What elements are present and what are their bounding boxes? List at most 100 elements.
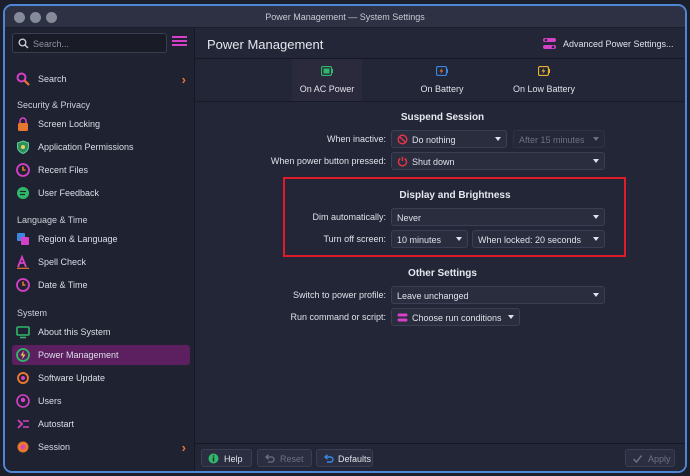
power-bolt-icon: [16, 348, 30, 362]
chevron-down-icon: [593, 159, 599, 163]
dropdown-value: After 15 minutes: [519, 135, 585, 145]
tab-on-low-battery[interactable]: On Low Battery: [509, 59, 579, 101]
dropdown-value: Leave unchanged: [397, 291, 469, 301]
apply-button[interactable]: Apply: [625, 449, 675, 467]
settings-sliders-icon: [543, 38, 556, 49]
clock-icon: [16, 163, 30, 177]
run-conditions-dropdown[interactable]: Choose run conditions: [391, 308, 520, 326]
apply-label: Apply: [648, 454, 671, 464]
search-placeholder: Search...: [33, 39, 70, 49]
chevron-down-icon: [593, 215, 599, 219]
dropdown-value: Choose run conditions: [412, 313, 502, 323]
sidebar-item-label: Date & Time: [38, 280, 88, 290]
tab-on-battery[interactable]: On Battery: [407, 59, 477, 101]
sidebar-item-date-time[interactable]: Date & Time: [12, 275, 190, 295]
update-icon: [17, 372, 29, 384]
reset-label: Reset: [280, 454, 304, 464]
search-input[interactable]: Search...: [12, 33, 167, 53]
power-profile-dropdown[interactable]: Leave unchanged: [391, 286, 605, 304]
main-header: Power Management Advanced Power Settings…: [195, 28, 685, 59]
advanced-power-settings-label: Advanced Power Settings...: [563, 39, 674, 49]
power-button-label: When power button pressed:: [270, 156, 386, 166]
power-icon: [397, 156, 408, 167]
reset-button[interactable]: Reset: [257, 449, 312, 467]
dim-automatically-dropdown[interactable]: Never: [391, 208, 605, 226]
checkmark-icon: [632, 455, 643, 464]
title-bar: Power Management — System Settings: [5, 6, 685, 28]
hamburger-menu-icon[interactable]: [172, 36, 187, 50]
help-icon: [208, 453, 219, 464]
chevron-right-icon: ›: [181, 72, 186, 87]
when-inactive-label: When inactive:: [326, 134, 386, 144]
help-button[interactable]: Help: [201, 449, 252, 467]
dropdown-value: Never: [397, 213, 422, 223]
undo-icon: [265, 454, 275, 463]
chat-bubble-icon: [17, 187, 29, 199]
clock-icon: [16, 278, 30, 292]
advanced-power-settings-button[interactable]: Advanced Power Settings...: [537, 34, 675, 54]
sidebar-item-label: Recent Files: [38, 165, 89, 175]
dropdown-value: 10 minutes: [397, 235, 442, 245]
power-source-tabs: On AC Power On Battery On Low Battery: [195, 59, 685, 102]
when-locked-dropdown[interactable]: When locked: 20 seconds: [472, 230, 605, 248]
section-header-security: Security & Privacy: [17, 100, 91, 110]
sidebar-item-label: Power Management: [38, 350, 119, 360]
language-icon: [17, 233, 29, 245]
sidebar-item-label: Application Permissions: [38, 142, 134, 152]
window-title: Power Management — System Settings: [265, 12, 425, 22]
sidebar-item-region-language[interactable]: Region & Language: [12, 229, 190, 249]
computer-icon: [16, 326, 30, 339]
low-battery-icon: [538, 66, 550, 76]
page-title: Power Management: [207, 37, 324, 52]
turn-off-screen-dropdown[interactable]: 10 minutes: [391, 230, 468, 248]
chevron-down-icon: [593, 137, 599, 141]
chevron-down-icon: [495, 137, 501, 141]
dropdown-value: When locked: 20 seconds: [478, 235, 582, 245]
display-brightness-title: Display and Brightness: [399, 190, 511, 201]
sidebar-item-label: Autostart: [38, 419, 75, 429]
sidebar-item-screen-locking[interactable]: Screen Locking: [12, 114, 190, 134]
defaults-label: Defaults: [338, 454, 372, 464]
forbidden-icon: [397, 134, 408, 145]
turn-off-screen-label: Turn off screen:: [323, 234, 386, 244]
dropdown-value: Do nothing: [412, 135, 456, 145]
sidebar-item-search[interactable]: Search ›: [12, 69, 190, 89]
sidebar-item-label: Session: [38, 442, 71, 452]
sidebar: Search... Search › Security & Privacy Sc…: [5, 28, 195, 471]
sidebar-item-power-management[interactable]: Power Management: [12, 345, 190, 365]
sidebar-item-label: Screen Locking: [38, 119, 101, 129]
sidebar-item-label: About this System: [38, 327, 111, 337]
sidebar-item-users[interactable]: Users: [12, 391, 190, 411]
sidebar-item-software-update[interactable]: Software Update: [12, 368, 190, 388]
tab-label: On AC Power: [299, 84, 355, 94]
search-icon: [18, 38, 29, 49]
power-button-dropdown[interactable]: Shut down: [391, 152, 605, 170]
sidebar-item-session[interactable]: Session ›: [12, 437, 190, 457]
ac-power-icon: [321, 66, 333, 76]
sidebar-item-about-system[interactable]: About this System: [12, 322, 190, 342]
user-icon: [16, 394, 30, 408]
suspend-session-title: Suspend Session: [400, 112, 485, 123]
chevron-down-icon: [593, 293, 599, 297]
restore-defaults-icon: [323, 454, 334, 463]
sidebar-item-autostart[interactable]: Autostart: [12, 414, 190, 434]
run-command-label: Run command or script:: [290, 312, 386, 322]
sidebar-item-user-feedback[interactable]: User Feedback: [12, 183, 190, 203]
sidebar-item-spell-check[interactable]: Spell Check: [12, 252, 190, 272]
sidebar-item-label: Spell Check: [38, 257, 87, 267]
inactive-after-dropdown[interactable]: After 15 minutes: [513, 130, 605, 148]
spell-check-icon: [17, 255, 29, 269]
autostart-icon: [17, 419, 29, 429]
sidebar-item-application-permissions[interactable]: Application Permissions: [12, 137, 190, 157]
defaults-button[interactable]: Defaults: [316, 449, 373, 467]
tab-on-ac-power[interactable]: On AC Power: [292, 59, 362, 101]
settings-sliders-icon: [397, 313, 408, 322]
other-settings-title: Other Settings: [408, 268, 477, 279]
when-inactive-dropdown[interactable]: Do nothing: [391, 130, 507, 148]
chevron-right-icon: ›: [181, 440, 186, 455]
sidebar-item-recent-files[interactable]: Recent Files: [12, 160, 190, 180]
sidebar-item-label: Users: [38, 396, 62, 406]
system-settings-window: Power Management — System Settings Searc…: [3, 4, 687, 473]
dim-automatically-label: Dim automatically:: [312, 212, 386, 222]
main-panel: Power Management Advanced Power Settings…: [195, 28, 685, 471]
